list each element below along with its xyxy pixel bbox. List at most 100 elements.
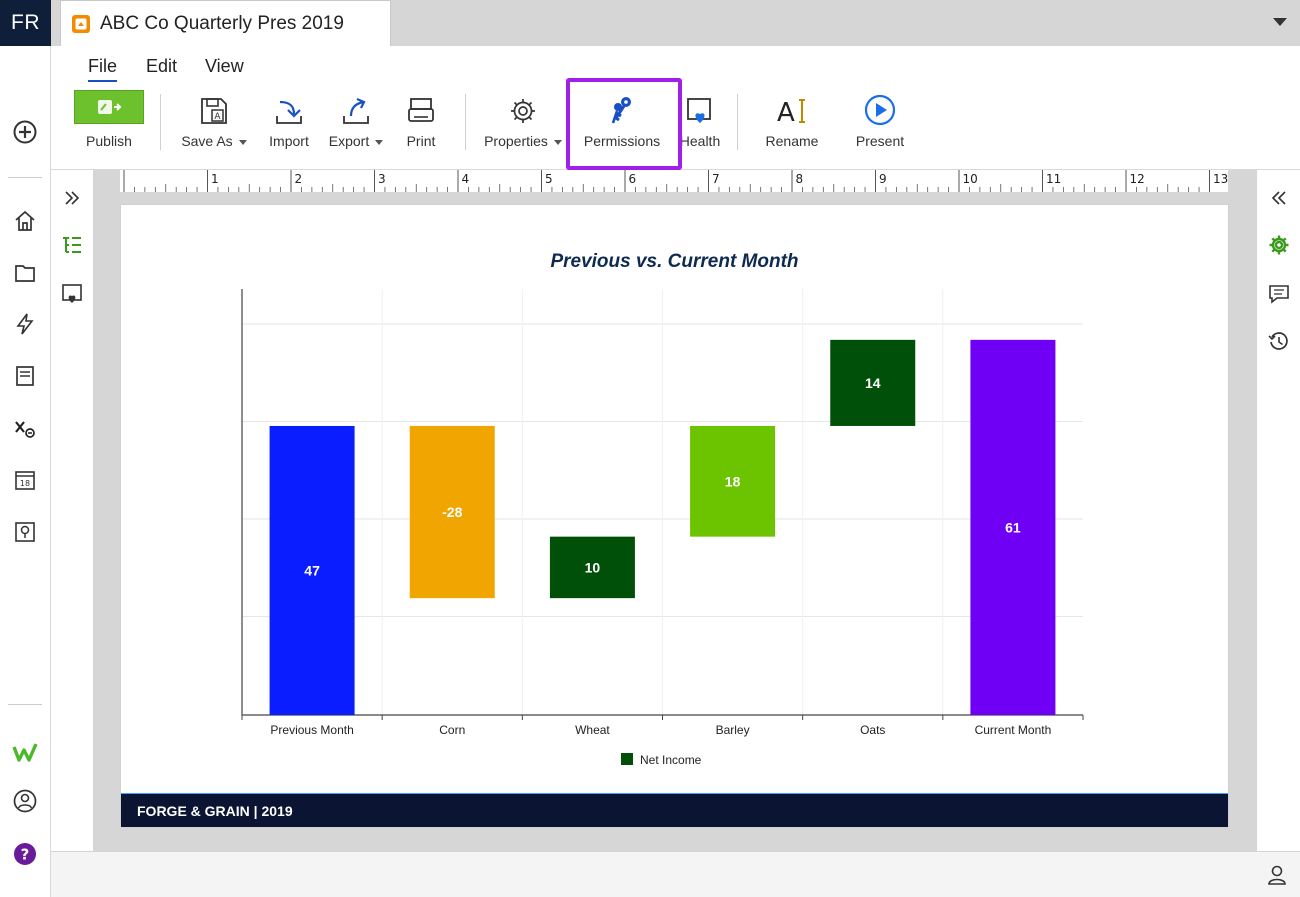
category-label: Previous Month [270,723,353,737]
collapse-icon[interactable] [1266,185,1292,211]
chevron-down-icon [238,139,247,145]
data-label: 18 [725,473,741,489]
slide-canvas: 47 Previous Month -28 Corn 10 Wheat 18 Barley 14… [94,192,1256,851]
save-as-icon: A [192,86,236,126]
slide-footer: FORGE & GRAIN | 2019 [121,793,1228,827]
toolbar: Publish A Save As Import Export Print Pr… [51,86,1300,170]
data-label: -28 [442,504,462,520]
app-rail: FR 18 ? [0,0,51,897]
ruler-label: 6 [629,172,637,186]
data-label: 14 [865,375,881,391]
expand-icon[interactable] [59,185,85,211]
calendar-icon[interactable]: 18 [9,464,41,496]
ruler-label: 3 [378,172,386,186]
health-label: Health [679,133,721,149]
category-label: Current Month [975,723,1052,737]
ruler-label: 8 [796,172,804,186]
save-as-button[interactable]: A Save As [177,86,251,166]
help-icon[interactable]: ? [9,838,41,870]
svg-text:?: ? [21,846,30,864]
import-icon [267,86,311,126]
publish-button[interactable]: Publish [73,86,145,166]
variable-icon[interactable] [9,412,41,444]
import-button[interactable]: Import [262,86,316,166]
permissions-button[interactable]: Permissions [579,86,665,166]
outline-icon[interactable] [59,232,85,258]
chart-title: Previous vs. Current Month [550,251,799,272]
health-panel-icon[interactable] [59,281,85,307]
ruler-ticks: 1 2 3 4 5 6 7 8 9 10 11 12 13 [120,170,1228,192]
app-logo[interactable]: FR [0,0,51,46]
health-button[interactable]: Health [678,86,722,166]
rail-divider [8,704,42,705]
svg-text:A: A [214,112,221,122]
category-label: Oats [860,723,885,737]
ruler-label: 12 [1130,172,1145,186]
present-button[interactable]: Present [851,86,909,166]
legend-swatch [621,753,633,765]
print-label: Print [406,133,436,149]
export-button[interactable]: Export [324,86,388,166]
document-tab[interactable]: ABC Co Quarterly Pres 2019 [60,0,391,46]
slide[interactable]: 47 Previous Month -28 Corn 10 Wheat 18 Barley 14… [121,205,1228,827]
waterfall-chart[interactable]: 47 Previous Month -28 Corn 10 Wheat 18 Barley 14… [121,205,1228,793]
lightning-icon[interactable] [9,308,41,340]
ruler-label: 2 [295,172,303,186]
rename-label: Rename [765,133,819,149]
toolbar-divider [465,94,466,150]
chevron-down-icon [375,139,384,145]
data-label: 47 [304,562,320,578]
menu-bar: File Edit View [51,46,1300,86]
ruler-label: 9 [879,172,887,186]
menu-edit[interactable]: Edit [146,56,177,80]
comments-icon[interactable] [1266,281,1292,307]
chevron-down-icon[interactable] [1272,16,1288,28]
data-label: 61 [1005,519,1021,535]
data-label: 10 [585,559,601,575]
user-icon[interactable] [1266,864,1288,886]
toolbar-divider [160,94,161,150]
publish-icon [74,90,144,124]
folder-icon[interactable] [9,257,41,289]
permissions-label: Permissions [583,133,661,149]
svg-text:18: 18 [20,479,30,488]
health-icon [678,86,722,126]
play-icon [858,86,902,126]
properties-label: Properties [484,133,548,149]
home-icon[interactable] [9,205,41,237]
wdesk-logo-icon[interactable] [9,736,41,768]
print-button[interactable]: Print [399,86,443,166]
tab-strip: ABC Co Quarterly Pres 2019 [51,0,1300,46]
add-icon[interactable] [9,116,41,148]
document-title: ABC Co Quarterly Pres 2019 [100,12,344,34]
present-label: Present [855,133,905,149]
document-icon[interactable] [9,360,41,392]
category-label: Corn [439,723,465,737]
print-icon [399,86,443,126]
menu-file[interactable]: File [88,56,118,82]
rename-icon: A [770,86,814,126]
menu-view[interactable]: View [205,56,244,80]
profile-icon[interactable] [9,785,41,817]
ruler-label: 10 [963,172,978,186]
ruler-label: 11 [1046,172,1061,186]
svg-text:A: A [777,98,795,126]
properties-button[interactable]: Properties [481,86,565,166]
gear-icon [501,86,545,126]
ruler-label: 4 [462,172,470,186]
toolbar-divider [737,94,738,150]
presentation-icon [72,14,90,33]
ruler-label: 1 [211,172,219,186]
rail-divider [8,177,42,178]
ruler-label: 7 [712,172,720,186]
rename-button[interactable]: A Rename [763,86,821,166]
ruler: 1 2 3 4 5 6 7 8 9 10 11 12 13 [94,170,1256,192]
legend-label: Net Income [640,753,702,767]
history-icon[interactable] [1266,329,1292,355]
search-doc-icon[interactable] [9,516,41,548]
left-panel [51,170,94,851]
export-icon [334,86,378,126]
ruler-label: 13 [1213,172,1228,186]
keys-icon [600,86,644,126]
settings-icon[interactable] [1266,232,1292,258]
